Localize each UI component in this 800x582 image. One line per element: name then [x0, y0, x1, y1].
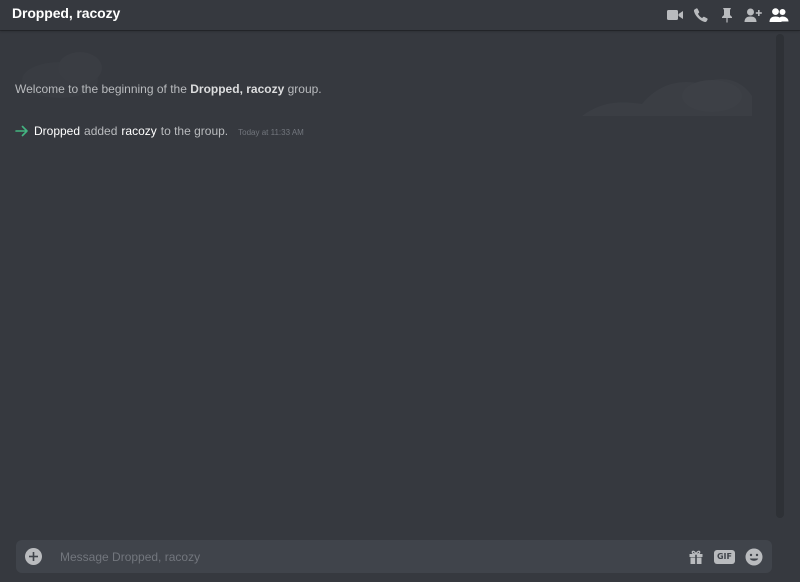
- messages-area: Welcome to the beginning of the Dropped,…: [0, 32, 780, 532]
- add-friend-icon[interactable]: [742, 4, 764, 26]
- channel-title: Dropped, racozy: [12, 5, 121, 21]
- attach-icon[interactable]: [25, 548, 42, 565]
- message-composer: GIF: [16, 540, 772, 573]
- system-message-member-added: Dropped added racozy to the group. Today…: [15, 124, 304, 138]
- channel-header: Dropped, racozy: [0, 0, 800, 30]
- welcome-suffix: group.: [287, 82, 322, 96]
- gif-icon[interactable]: GIF: [713, 549, 735, 564]
- actor-username[interactable]: Dropped: [34, 124, 80, 138]
- messages-scrollbar[interactable]: [776, 34, 784, 518]
- video-call-icon[interactable]: [664, 4, 686, 26]
- system-action-text: added: [84, 124, 118, 138]
- emoji-icon[interactable]: [745, 548, 763, 566]
- composer-toolbar: GIF: [678, 540, 763, 573]
- dm-channel-view: Dropped, racozy Welcome to the beginning…: [0, 0, 800, 582]
- pin-icon[interactable]: [716, 4, 738, 26]
- message-timestamp: Today at 11:33 AM: [238, 127, 304, 137]
- header-toolbar: [660, 4, 790, 26]
- welcome-group-name: Dropped, racozy: [190, 82, 285, 96]
- arrow-right-icon: [15, 125, 28, 137]
- welcome-message: Welcome to the beginning of the Dropped,…: [15, 82, 322, 96]
- system-suffix-text: to the group.: [160, 124, 229, 138]
- voice-call-icon[interactable]: [690, 4, 712, 26]
- gift-icon[interactable]: [688, 549, 704, 565]
- empty-state-illustration-right: [582, 79, 752, 116]
- welcome-prefix: Welcome to the beginning of the: [15, 82, 187, 96]
- gif-label: GIF: [713, 549, 735, 564]
- target-username[interactable]: racozy: [121, 124, 156, 138]
- message-input[interactable]: [60, 540, 620, 573]
- members-icon[interactable]: [768, 4, 790, 26]
